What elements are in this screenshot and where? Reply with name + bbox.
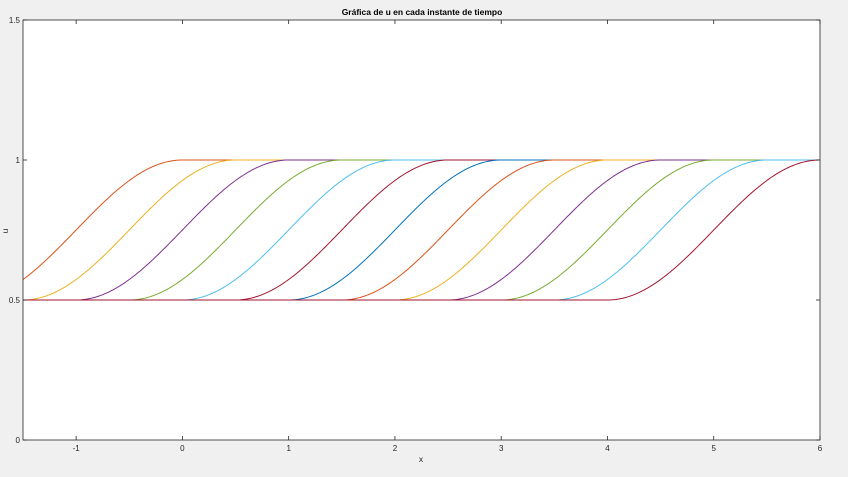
x-tick-label: 3 bbox=[499, 444, 504, 453]
figure-canvas: Gráfica de u en cada instante de tiempo … bbox=[0, 7, 823, 464]
x-tick-label: 2 bbox=[393, 444, 398, 453]
y-tick-label: 0.5 bbox=[9, 296, 21, 305]
x-tick-label: -1 bbox=[73, 444, 81, 453]
y-tick-label: 1 bbox=[16, 156, 21, 165]
x-tick-label: 6 bbox=[818, 444, 823, 453]
x-tick-label: 4 bbox=[605, 444, 610, 453]
plot-area bbox=[23, 20, 820, 440]
x-tick-label: 5 bbox=[712, 444, 717, 453]
x-axis-label: x bbox=[419, 454, 424, 464]
y-tick-label: 1.5 bbox=[9, 16, 21, 25]
y-axis-label: u bbox=[0, 228, 10, 233]
y-tick-label: 0 bbox=[16, 436, 21, 445]
x-tick-label: 0 bbox=[180, 444, 185, 453]
chart-title: Gráfica de u en cada instante de tiempo bbox=[342, 7, 503, 17]
x-tick-label: 1 bbox=[286, 444, 291, 453]
